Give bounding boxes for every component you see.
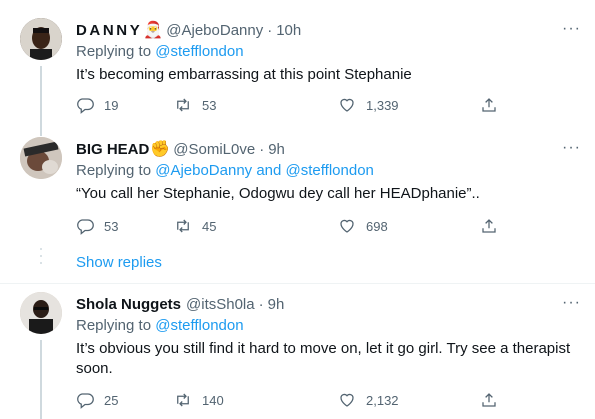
user-handle[interactable]: @AjeboDanny xyxy=(166,22,263,39)
display-name[interactable]: BIG HEAD xyxy=(76,141,149,158)
reply-count: 25 xyxy=(104,392,119,408)
retweet-button[interactable]: 53 xyxy=(174,96,216,114)
avatar[interactable] xyxy=(20,137,62,179)
like-button[interactable]: 2,132 xyxy=(338,391,399,409)
thread-line xyxy=(40,340,42,419)
raised-fist-emoji: ✊ xyxy=(150,141,171,158)
replying-to: Replying to @stefflondon xyxy=(76,317,581,337)
thread-continuation-dots xyxy=(39,248,43,269)
reply-button[interactable]: 25 xyxy=(76,391,118,409)
tweet-text: It’s obvious you still find it hard to m… xyxy=(76,340,571,377)
share-icon xyxy=(482,393,496,407)
tweet-text: “You call her Stephanie, Odogwu dey call… xyxy=(76,185,480,202)
like-count: 1,339 xyxy=(366,97,399,113)
user-handle[interactable]: @SomiL0ve xyxy=(173,141,255,158)
replying-to-label: Replying to xyxy=(76,162,156,179)
display-name[interactable]: DANNY xyxy=(76,22,142,39)
replying-to-mention[interactable]: @AjeboDanny and @stefflondon xyxy=(155,162,374,179)
replying-to-mention[interactable]: @stefflondon xyxy=(155,317,243,334)
tweet-danny[interactable]: DANNY 🎅 @AjeboDanny · 10h ··· Replying t… xyxy=(0,0,595,136)
reply-count: 53 xyxy=(104,218,119,234)
retweet-icon xyxy=(177,219,189,233)
heart-icon xyxy=(340,219,354,233)
retweet-count: 45 xyxy=(202,218,217,234)
separator-dot: · xyxy=(258,295,264,313)
share-button[interactable] xyxy=(480,96,508,114)
santa-hat-emoji: 🎅 xyxy=(143,22,164,39)
timestamp[interactable]: 10h xyxy=(276,22,301,39)
tweet-shola-nuggets[interactable]: Shola Nuggets @itsSh0la · 9h ··· Replyin… xyxy=(0,284,595,419)
timestamp[interactable]: 9h xyxy=(268,296,285,313)
share-button[interactable] xyxy=(480,391,508,409)
replying-to: Replying to @stefflondon xyxy=(76,43,581,63)
more-icon[interactable]: ··· xyxy=(562,20,581,38)
retweet-count: 53 xyxy=(202,97,217,113)
show-replies-link[interactable]: Show replies xyxy=(76,254,162,271)
more-icon[interactable]: ··· xyxy=(562,139,581,157)
avatar[interactable] xyxy=(20,18,62,60)
replying-to-label: Replying to xyxy=(76,43,156,60)
timestamp[interactable]: 9h xyxy=(268,141,285,158)
reply-button[interactable]: 53 xyxy=(76,217,118,235)
avatar[interactable] xyxy=(20,292,62,334)
like-count: 698 xyxy=(366,218,388,234)
heart-icon xyxy=(340,393,354,407)
retweet-count: 140 xyxy=(202,392,224,408)
reply-icon xyxy=(77,393,94,409)
tweet-text: It’s becoming embarrassing at this point… xyxy=(76,66,412,83)
share-icon xyxy=(482,219,496,233)
like-button[interactable]: 698 xyxy=(338,217,388,235)
reply-icon xyxy=(77,219,94,235)
thread-line xyxy=(40,66,42,136)
display-name[interactable]: Shola Nuggets xyxy=(76,296,181,313)
share-icon xyxy=(482,98,496,112)
separator-dot: · xyxy=(267,21,273,39)
more-icon[interactable]: ··· xyxy=(562,294,581,312)
replying-to: Replying to @AjeboDanny and @stefflondon xyxy=(76,162,581,182)
retweet-button[interactable]: 45 xyxy=(174,217,216,235)
like-count: 2,132 xyxy=(366,392,399,408)
heart-icon xyxy=(340,98,354,112)
replying-to-label: Replying to xyxy=(76,317,156,334)
retweet-icon xyxy=(177,98,189,112)
separator-dot: · xyxy=(259,140,265,158)
reply-count: 19 xyxy=(104,97,119,113)
user-handle[interactable]: @itsSh0la xyxy=(186,296,255,313)
share-button[interactable] xyxy=(480,217,508,235)
retweet-button[interactable]: 140 xyxy=(174,391,224,409)
retweet-icon xyxy=(177,393,189,407)
avatar-danny-image xyxy=(20,18,62,60)
reply-button[interactable]: 19 xyxy=(76,96,118,114)
like-button[interactable]: 1,339 xyxy=(338,96,399,114)
replying-to-mention[interactable]: @stefflondon xyxy=(155,43,243,60)
reply-icon xyxy=(77,98,94,114)
avatar-shola-image xyxy=(20,292,62,334)
avatar-big-head-image xyxy=(20,137,62,179)
